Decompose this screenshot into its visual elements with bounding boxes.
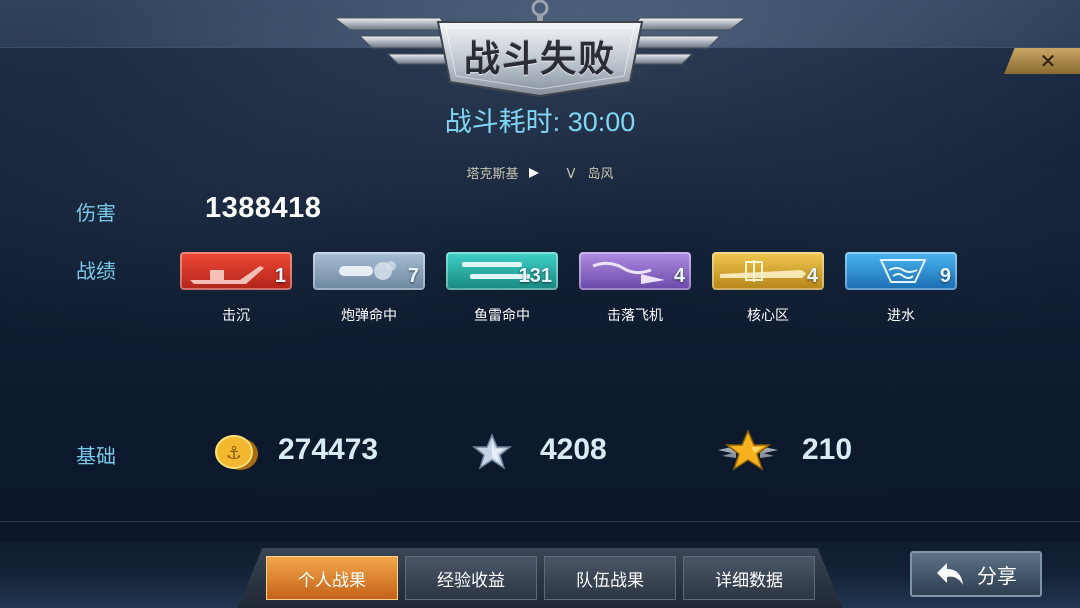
battle-duration: 战斗耗时: 30:00 [0,100,1080,139]
medal-count: 4 [806,265,818,287]
share-label: 分享 [977,563,1017,588]
damage-label: 伤害 [76,201,116,225]
medal-label-shell-hits: 炮弹命中 [341,308,397,324]
record-label: 战绩 [76,259,116,283]
matchup: 塔克斯基 V 岛风 [0,163,1080,182]
silver-star-icon [472,433,512,470]
medal-torpedo-hits[interactable]: 131 [446,252,558,290]
medal-count: 4 [673,265,685,287]
coins-value: 274473 [278,433,379,466]
medal-count: 7 [407,265,419,287]
player-ship-name: 塔克斯基 [466,167,519,182]
medal-shell-hits[interactable]: 7 [313,252,425,290]
page-title: 战斗失败 [463,39,616,80]
medal-label-sunk: 击沉 [222,308,250,324]
medal-count: 9 [939,265,951,287]
tab-personal-results[interactable]: 个人战果 [266,556,398,600]
medal-core-zone[interactable]: 4 [712,252,824,290]
medal-flooding[interactable]: 9 [845,252,957,290]
tab-detailed-data[interactable]: 详细数据 [683,556,815,600]
title-emblem: 战斗失败 [330,0,750,100]
winged-gold-star-icon [718,429,778,471]
medal-count: 131 [518,265,552,287]
rank-value: 210 [802,433,853,466]
medal-count: 1 [274,265,286,287]
svg-text:⚓: ⚓ [226,443,242,464]
duration-value: 30:00 [567,107,636,137]
duration-label: 战斗耗时: [444,107,561,137]
share-back-arrow-icon [937,563,963,585]
damage-value: 1388418 [205,192,322,224]
gold-anchor-coin-icon: ⚓ [215,435,258,470]
medal-label-torpedo-hits: 鱼雷命中 [474,308,530,324]
exp-value: 4208 [540,433,607,466]
pointer-arrow-icon [528,168,539,178]
medal-label-core-zone: 核心区 [747,308,789,324]
base-label: 基础 [76,444,116,468]
panel-divider [0,521,1080,522]
share-button[interactable]: 分享 [910,551,1042,597]
vs-label: V [566,167,576,182]
enemy-ship-name: 岛风 [587,167,614,182]
tab-exp-income[interactable]: 经验收益 [405,556,537,600]
close-button[interactable]: ✕ [1004,48,1080,74]
medal-sunk[interactable]: 1 [180,252,292,290]
medal-label-planes-downed: 击落飞机 [607,308,663,324]
medal-planes-downed[interactable]: 4 [579,252,691,290]
tab-team-results[interactable]: 队伍战果 [544,556,676,600]
medal-label-flooding: 进水 [887,308,915,324]
close-icon: ✕ [1039,49,1057,73]
